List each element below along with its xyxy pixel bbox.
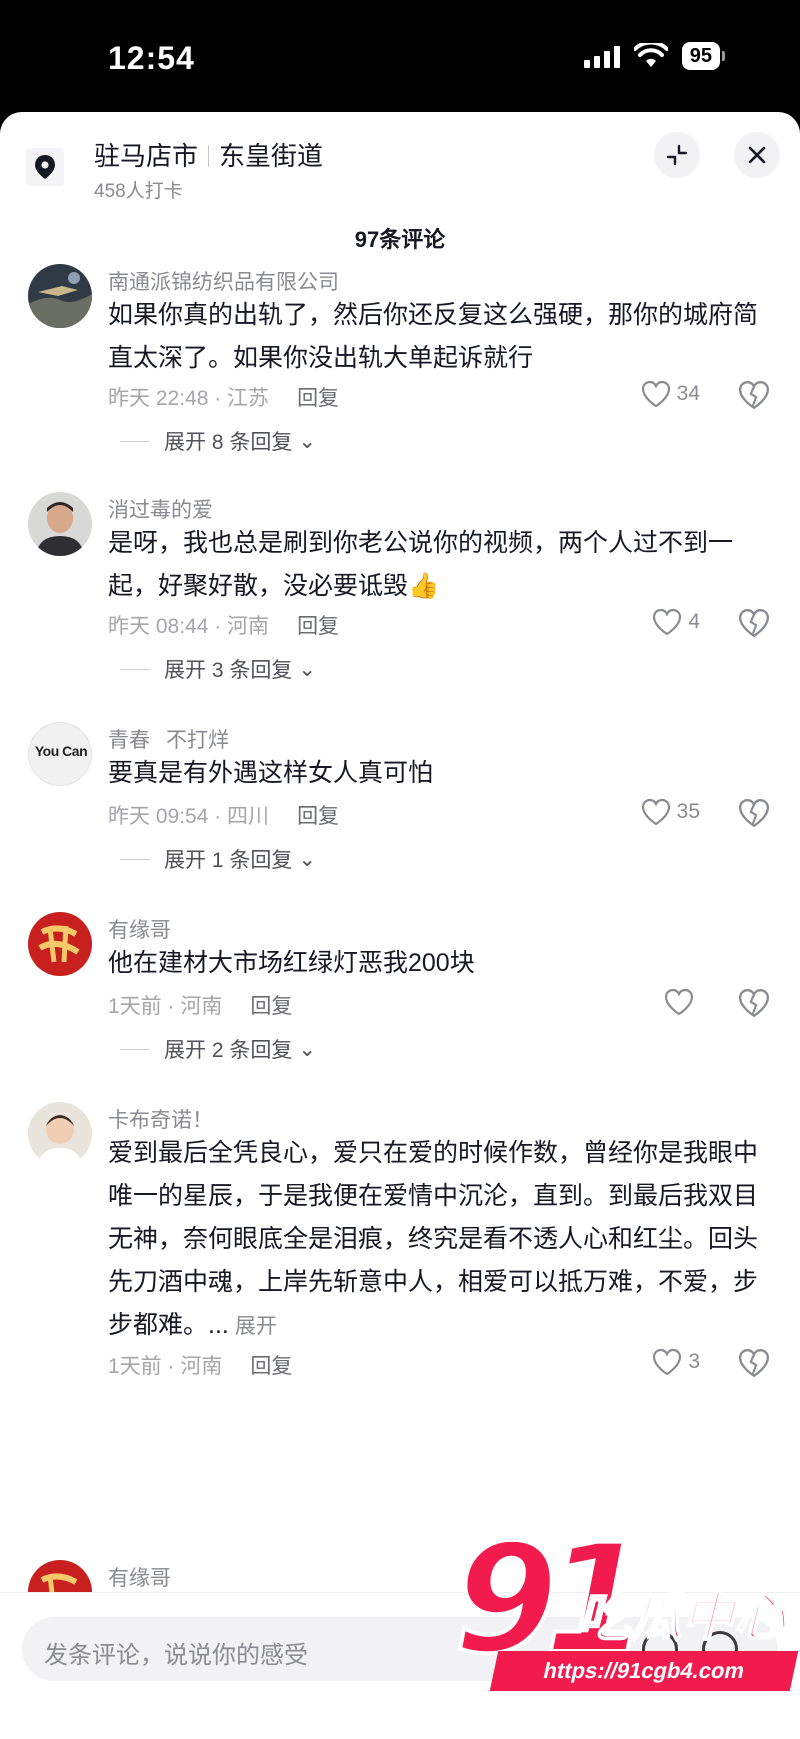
reply-button[interactable]: 回复 — [297, 805, 339, 828]
comment-username-extra: 不打烊 — [166, 729, 229, 752]
like-count: 4 — [688, 610, 700, 633]
comment-text: 如果你真的出轨了，然后你还反复这么强硬，那你的城府简直太深了。如果你没出轨大单起… — [108, 301, 759, 372]
comment-text: 他在建材大市场红绿灯恶我200块 — [108, 949, 475, 977]
dislike-icon[interactable] — [738, 1348, 770, 1378]
status-time: 12:54 — [108, 40, 195, 76]
expand-replies-button[interactable]: 展开 2 条回复 ⌄ — [120, 1034, 316, 1064]
like-button[interactable]: 35 — [641, 798, 700, 826]
heart-icon — [641, 798, 670, 826]
expand-replies-button[interactable]: 展开 8 条回复 ⌄ — [120, 426, 316, 456]
reply-button[interactable]: 回复 — [250, 1355, 292, 1378]
reply-button[interactable]: 回复 — [297, 387, 339, 410]
like-button[interactable]: 34 — [641, 380, 700, 408]
reply-button[interactable]: 回复 — [250, 995, 292, 1018]
avatar[interactable] — [28, 264, 92, 328]
watermark-url: https://91cgb4.com — [489, 1651, 799, 1691]
like-count: 34 — [676, 382, 700, 405]
expand-replies-label: 展开 3 条回复 — [164, 659, 293, 682]
heart-icon — [653, 1348, 682, 1376]
close-button[interactable] — [734, 132, 780, 178]
comment-time-location: 1天前 · 河南 — [108, 1355, 223, 1378]
status-icons: 95 — [583, 42, 726, 70]
comment-text: 要真是有外遇这样女人真可怕 — [108, 759, 434, 787]
dislike-icon[interactable] — [738, 798, 770, 828]
avatar[interactable] — [28, 492, 92, 556]
close-icon — [748, 146, 766, 164]
comment-sheet: 驻马店市 东皇街道 458人打卡 97条评论 南通派锦纺织品有限公司 如果你真的出… — [0, 112, 800, 1739]
expand-replies-button[interactable]: 展开 1 条回复 ⌄ — [120, 844, 316, 874]
like-count: 3 — [688, 1350, 700, 1373]
location-header[interactable]: 驻马店市 东皇街道 458人打卡 — [0, 112, 800, 222]
collapse-icon — [666, 144, 688, 166]
like-button[interactable]: 3 — [652, 1348, 700, 1376]
battery-icon: 95 — [681, 42, 726, 70]
comment-username[interactable]: 卡布奇诺！ — [108, 1104, 213, 1134]
chevron-down-icon: ⌄ — [298, 1037, 316, 1061]
location-pin-icon — [26, 148, 64, 186]
expand-replies-button[interactable]: 展开 3 条回复 ⌄ — [120, 654, 316, 684]
comment-input-placeholder: 发条评论，说说你的感受 — [44, 1642, 308, 1669]
dislike-icon[interactable] — [738, 380, 770, 410]
signal-icon — [583, 44, 620, 68]
comment-username[interactable]: 青春 不打烊 — [108, 724, 229, 754]
location-title: 驻马店市 东皇街道 — [94, 136, 323, 173]
location-street: 东皇街道 — [219, 141, 324, 171]
comment-meta: 1天前 · 河南 回复 — [108, 990, 292, 1020]
expand-text-button[interactable]: 展开 — [235, 1315, 277, 1338]
location-city: 驻马店市 — [94, 141, 199, 171]
comment-username[interactable]: 南通派锦纺织品有限公司 — [108, 266, 339, 296]
avatar-text: You Can — [34, 743, 88, 759]
comment-time-location: 昨天 08:44 · 河南 — [108, 615, 270, 638]
status-bar: 12:54 95 — [0, 0, 800, 112]
avatar[interactable]: You Can — [28, 722, 92, 786]
chevron-down-icon: ⌄ — [298, 847, 316, 871]
comment-meta: 昨天 22:48 · 江苏 回复 — [108, 382, 339, 412]
expand-replies-label: 展开 8 条回复 — [164, 431, 293, 454]
comment-meta: 昨天 09:54 · 四川 回复 — [108, 800, 339, 830]
comment-time-location: 昨天 09:54 · 四川 — [108, 805, 270, 828]
expand-replies-label: 展开 1 条回复 — [164, 849, 293, 872]
comment-text: 爱到最后全凭良心，爱只在爱的时候作数，曾经你是我眼中唯一的星辰，于是我便在爱情中… — [108, 1132, 758, 1348]
like-button[interactable]: 4 — [652, 608, 700, 636]
comment-time-location: 1天前 · 河南 — [108, 995, 223, 1018]
chevron-down-icon: ⌄ — [298, 429, 316, 453]
comment-username-name: 青春 — [108, 729, 150, 752]
comment-text-body: 爱到最后全凭良心，爱只在爱的时候作数，曾经你是我眼中唯一的星辰，于是我便在爱情中… — [108, 1139, 759, 1339]
chevron-down-icon: ⌄ — [298, 657, 316, 681]
comment-count: 97条评论 — [354, 227, 446, 252]
comment-meta: 昨天 08:44 · 河南 回复 — [108, 610, 339, 640]
comment-text: 是呀，我也总是刷到你老公说你的视频，两个人过不到一起，好聚好散，没必要诋毁👍 — [108, 529, 734, 600]
heart-icon — [664, 988, 694, 1016]
avatar[interactable] — [28, 912, 92, 976]
watermark-logo: 91 吃瓜中心 https://91cgb4.com — [452, 1523, 799, 1723]
wifi-icon — [633, 43, 668, 67]
heart-icon — [641, 380, 670, 408]
reply-button[interactable]: 回复 — [297, 615, 339, 638]
like-count: 35 — [676, 800, 700, 823]
avatar[interactable] — [28, 1102, 92, 1166]
comment-username[interactable]: 有缘哥 — [108, 1562, 171, 1592]
minimize-button[interactable] — [654, 132, 700, 178]
expand-replies-label: 展开 2 条回复 — [164, 1039, 293, 1062]
comment-username[interactable]: 有缘哥 — [108, 914, 171, 944]
comment-username[interactable]: 消过毒的爱 — [108, 494, 213, 524]
dislike-icon[interactable] — [738, 988, 770, 1018]
heart-icon — [653, 608, 682, 636]
dislike-icon[interactable] — [738, 608, 770, 638]
watermark-brand: 吃瓜中心 — [577, 1588, 787, 1648]
like-button[interactable] — [664, 988, 700, 1016]
checkin-count: 458人打卡 — [94, 181, 183, 202]
comment-meta: 1天前 · 河南 回复 — [108, 1350, 292, 1380]
comment-time-location: 昨天 22:48 · 江苏 — [108, 387, 270, 410]
